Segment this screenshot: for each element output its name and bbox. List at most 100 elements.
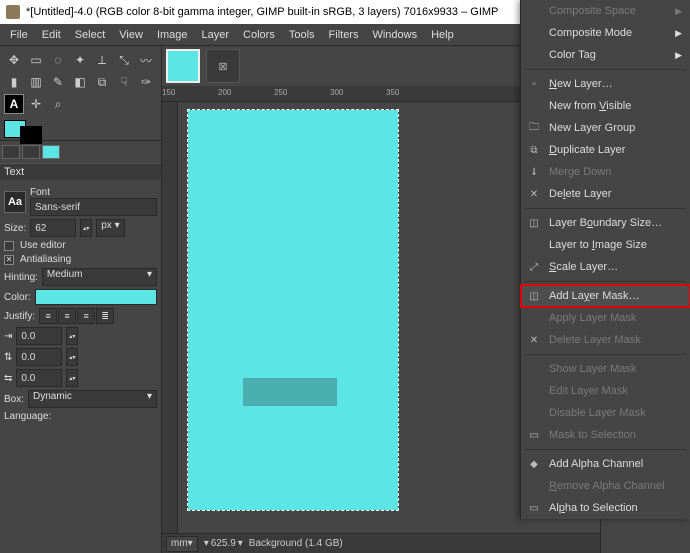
indent-input-1[interactable] (16, 348, 62, 366)
justify-center[interactable]: ≡ (77, 308, 95, 324)
menu-new-from-visible[interactable]: New from Visible (521, 95, 690, 117)
indent-spin-2[interactable]: ▴▾ (66, 369, 78, 387)
use-editor-checkbox[interactable] (4, 241, 14, 251)
font-input[interactable] (30, 198, 157, 216)
menu-view[interactable]: View (113, 27, 149, 43)
menu-mask-to-selection[interactable]: ▭Mask to Selection (521, 424, 690, 446)
antialias-label: Antialiasing (20, 254, 71, 265)
merge-down-icon: ⭣ (527, 165, 541, 179)
menu-edit[interactable]: Edit (36, 27, 67, 43)
tool-warp[interactable]: 〰 (136, 50, 156, 70)
menu-apply-layer-mask[interactable]: Apply Layer Mask (521, 307, 690, 329)
menu-delete-layer-mask[interactable]: ✕Delete Layer Mask (521, 329, 690, 351)
new-layer-icon: ▫ (527, 77, 541, 91)
menu-edit-layer-mask[interactable]: Edit Layer Mask (521, 380, 690, 402)
tool-clone[interactable]: ⧉ (92, 72, 112, 92)
menu-scale-layer[interactable]: ⤢Scale Layer… (521, 256, 690, 278)
window-title: *[Untitled]-4.0 (RGB color 8-bit gamma i… (26, 6, 498, 18)
selection-icon: ▭ (527, 428, 541, 442)
unit-select[interactable]: mm ▾ (166, 536, 198, 552)
menu-help[interactable]: Help (425, 27, 460, 43)
menu-file[interactable]: File (4, 27, 34, 43)
mask-icon: ◫ (527, 289, 541, 303)
justify-left[interactable]: ≡ (39, 308, 57, 324)
indent-input-0[interactable] (16, 327, 62, 345)
indent-spin-0[interactable]: ▴▾ (66, 327, 78, 345)
delete-icon: ✕ (527, 333, 541, 347)
menu-tools[interactable]: Tools (283, 27, 321, 43)
indent-input-2[interactable] (16, 369, 62, 387)
hinting-select[interactable]: Medium ▾ (42, 268, 157, 286)
menu-new-layer-group[interactable]: 🗀New Layer Group (521, 117, 690, 139)
tool-eraser[interactable]: ◧ (70, 72, 90, 92)
status-layer: Background (1.4 GB) (249, 538, 343, 549)
color-label: Color: (4, 292, 31, 303)
text-tool-options: Aa Font Size: ▴▾ px ▾ Use editor ✕ Antia… (0, 180, 161, 429)
menu-layer[interactable]: Layer (196, 27, 236, 43)
menu-show-layer-mask[interactable]: Show Layer Mask (521, 358, 690, 380)
menu-layer-to-image[interactable]: Layer to Image Size (521, 234, 690, 256)
menu-windows[interactable]: Windows (366, 27, 423, 43)
tab-colors[interactable] (42, 145, 60, 159)
menu-sep (525, 449, 686, 450)
menu-colors[interactable]: Colors (237, 27, 281, 43)
size-spin[interactable]: ▴▾ (80, 219, 92, 237)
menu-disable-layer-mask[interactable]: Disable Layer Mask (521, 402, 690, 424)
menu-filters[interactable]: Filters (323, 27, 365, 43)
tool-paintbrush[interactable]: ✎ (48, 72, 68, 92)
menu-add-layer-mask[interactable]: ◫Add Layer Mask… (521, 285, 690, 307)
menu-image[interactable]: Image (151, 27, 194, 43)
document-tab-thumbnail[interactable] (166, 49, 200, 83)
zoom-control[interactable]: ▾ 625.9 ▾ (204, 538, 243, 549)
menu-remove-alpha[interactable]: Remove Alpha Channel (521, 475, 690, 497)
tool-text[interactable]: A (4, 94, 24, 114)
justify-right[interactable]: ≡ (58, 308, 76, 324)
canvas[interactable] (188, 110, 398, 510)
tool-move[interactable]: ✥ (4, 50, 24, 70)
box-select[interactable]: Dynamic ▾ (28, 390, 157, 408)
duplicate-icon: ⧉ (527, 143, 541, 157)
menu-add-alpha[interactable]: ◆Add Alpha Channel (521, 453, 690, 475)
tool-gradient[interactable]: ▥ (26, 72, 46, 92)
menu-duplicate-layer[interactable]: ⧉Duplicate Layer (521, 139, 690, 161)
tab-brushes[interactable] (22, 145, 40, 159)
menu-merge-down[interactable]: ⭣Merge Down (521, 161, 690, 183)
indent-spin-1[interactable]: ▴▾ (66, 348, 78, 366)
tab-tool-options[interactable] (2, 145, 20, 159)
font-aa-icon[interactable]: Aa (4, 191, 26, 213)
justify-label: Justify: (4, 311, 35, 322)
delete-icon: ✕ (527, 187, 541, 201)
menu-new-layer[interactable]: ▫New Layer… (521, 73, 690, 95)
size-input[interactable] (30, 219, 76, 237)
tool-rect-select[interactable]: ▭ (26, 50, 46, 70)
letter-spacing-icon: ⇆ (4, 373, 12, 384)
tool-crop[interactable]: ⟂ (92, 50, 112, 70)
justify-fill[interactable]: ≣ (96, 308, 114, 324)
tool-zoom[interactable]: ⌕ (48, 94, 68, 114)
box-label: Box: (4, 394, 24, 405)
indent-icon: ⇥ (4, 331, 12, 342)
line-spacing-icon: ⇅ (4, 352, 12, 363)
antialias-checkbox[interactable]: ✕ (4, 255, 14, 265)
ruler-vertical (162, 102, 178, 533)
menu-composite-mode[interactable]: Composite Mode▶ (521, 22, 690, 44)
text-color-swatch[interactable] (35, 289, 157, 305)
tool-transform[interactable]: ⤡ (114, 50, 134, 70)
tool-smudge[interactable]: ☟ (114, 72, 134, 92)
menu-alpha-to-selection[interactable]: ▭Alpha to Selection (521, 497, 690, 519)
tool-fuzzy-select[interactable]: ✦ (70, 50, 90, 70)
tool-bucket[interactable]: ▮ (4, 72, 24, 92)
tool-free-select[interactable]: ◌ (48, 50, 68, 70)
menu-color-tag[interactable]: Color Tag▶ (521, 44, 690, 66)
menu-select[interactable]: Select (69, 27, 112, 43)
size-unit[interactable]: px ▾ (96, 219, 124, 237)
tool-path[interactable]: ✑ (136, 72, 156, 92)
text-options-title: Text (0, 163, 161, 180)
hinting-label: Hinting: (4, 272, 38, 283)
background-color[interactable] (20, 126, 42, 144)
menu-composite-space[interactable]: Composite Space▶ (521, 0, 690, 22)
document-tab-close[interactable]: ⊠ (206, 49, 240, 83)
tool-color-picker[interactable]: ✛ (26, 94, 46, 114)
menu-layer-boundary[interactable]: ◫Layer Boundary Size… (521, 212, 690, 234)
menu-delete-layer[interactable]: ✕Delete Layer (521, 183, 690, 205)
